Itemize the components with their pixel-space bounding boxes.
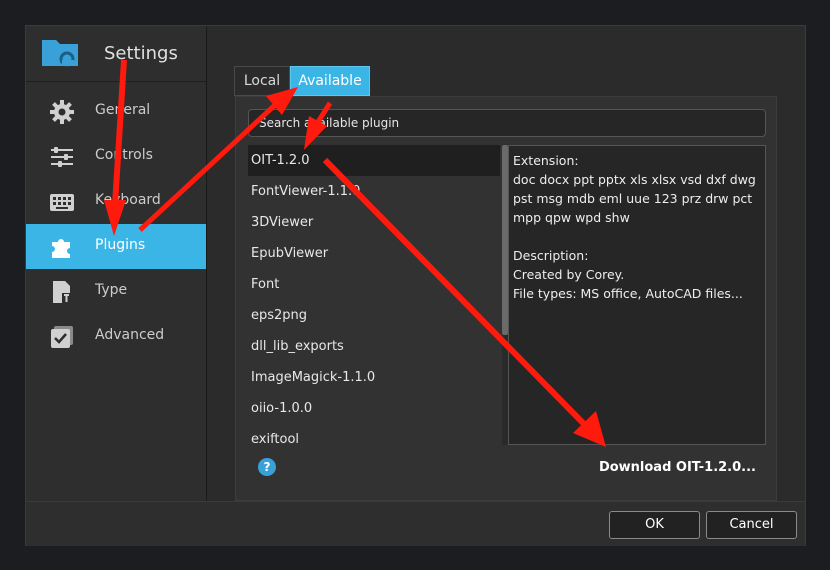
sidebar-item-keyboard[interactable]: Keyboard	[26, 179, 206, 224]
file-type-icon	[53, 281, 71, 303]
list-item[interactable]: EpubViewer	[248, 238, 503, 269]
extension-heading: Extension:	[513, 153, 579, 168]
list-item[interactable]: OIT-1.2.0	[248, 145, 500, 176]
description-author: Created by Corey.	[513, 267, 625, 282]
sidebar-item-label: Advanced	[95, 327, 165, 343]
list-item[interactable]: oiio-1.0.0	[248, 393, 503, 424]
description-file-types: File types: MS office, AutoCAD files...	[513, 286, 743, 301]
cancel-button[interactable]: Cancel	[706, 511, 797, 539]
sidebar-item-label: Plugins	[95, 237, 146, 253]
sliders-icon	[51, 147, 73, 167]
plugin-panel: OIT-1.2.0 FontViewer-1.1.0 3DViewer Epub…	[235, 96, 777, 501]
app-logo-icon	[42, 40, 78, 67]
list-item[interactable]: FontViewer-1.1.0	[248, 176, 503, 207]
sidebar-item-label: Controls	[95, 147, 153, 163]
help-icon[interactable]: ?	[258, 458, 276, 476]
list-item[interactable]: exiftool	[248, 424, 503, 455]
gear-icon	[50, 100, 74, 124]
sidebar-item-label: Type	[95, 282, 128, 298]
ok-button[interactable]: OK	[609, 511, 700, 539]
settings-window: Settings General Controls Keyboard Plugi…	[25, 25, 806, 546]
download-button[interactable]: Download OIT-1.2.0...	[599, 460, 756, 475]
sidebar-header: Settings	[26, 26, 206, 82]
list-item[interactable]: eps2png	[248, 300, 503, 331]
keyboard-icon	[50, 194, 74, 211]
sidebar-item-plugins[interactable]: Plugins	[26, 224, 206, 269]
description-heading: Description:	[513, 248, 589, 263]
list-item[interactable]: 3DViewer	[248, 207, 503, 238]
sidebar-item-general[interactable]: General	[26, 89, 206, 134]
list-item[interactable]: Font	[248, 269, 503, 300]
puzzle-icon	[52, 239, 70, 258]
sidebar-item-label: General	[95, 102, 151, 118]
list-item[interactable]: ImageMagick-1.1.0	[248, 362, 503, 393]
sidebar: Settings General Controls Keyboard Plugi…	[26, 26, 207, 501]
sidebar-item-label: Keyboard	[95, 192, 161, 208]
extension-list: doc docx ppt pptx xls xlsx vsd dxf dwg p…	[513, 172, 756, 225]
main-panel: Local Available OIT-1.2.0 FontViewer-1.1…	[207, 26, 805, 501]
plugin-details: Extension: doc docx ppt pptx xls xlsx vs…	[508, 145, 766, 445]
checkbox-icon	[51, 326, 73, 348]
sidebar-title: Settings	[104, 43, 178, 64]
dialog-footer: OK Cancel	[26, 501, 805, 546]
tab-local[interactable]: Local	[234, 66, 290, 96]
sidebar-item-type[interactable]: Type	[26, 269, 206, 314]
tab-available[interactable]: Available	[290, 66, 370, 96]
list-item[interactable]: dll_lib_exports	[248, 331, 503, 362]
sidebar-item-advanced[interactable]: Advanced	[26, 314, 206, 359]
plugin-list: OIT-1.2.0 FontViewer-1.1.0 3DViewer Epub…	[248, 145, 503, 447]
sidebar-item-controls[interactable]: Controls	[26, 134, 206, 179]
search-input[interactable]	[248, 109, 766, 137]
